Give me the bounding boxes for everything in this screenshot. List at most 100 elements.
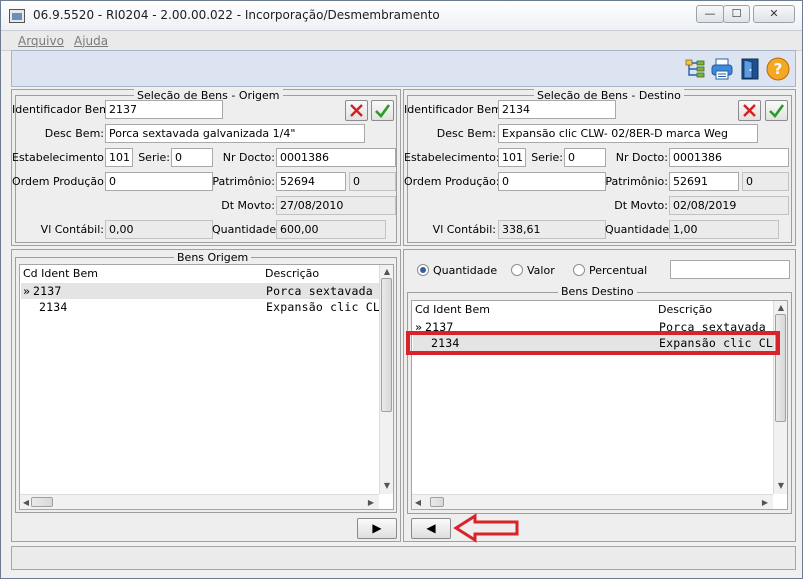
dt-movto-label: Dt Movto:: [614, 199, 668, 212]
identificador-input[interactable]: 2137: [105, 100, 223, 119]
scroll-down-arrow[interactable]: ▼: [380, 481, 394, 490]
serie-label: Serie:: [138, 151, 170, 164]
minimize-button[interactable]: —: [696, 5, 724, 23]
ordem-producao-input[interactable]: 0: [498, 172, 606, 191]
bens-origem-panel: Bens Origem Cd Ident Bem Descrição » 213…: [11, 249, 401, 542]
col-cd-ident-bem: Cd Ident Bem: [23, 267, 98, 280]
origem-selection-panel: Seleção de Bens - Origem Identificador B…: [11, 89, 401, 246]
row-desc: Expansão clic CLW-: [266, 300, 379, 314]
tree-structure-icon[interactable]: [683, 57, 707, 81]
close-button[interactable]: ✕: [753, 5, 795, 23]
annotation-arrow-icon: [453, 513, 519, 543]
identificador-input[interactable]: 2134: [498, 100, 616, 119]
estabelecimento-label: Estabelecimento:: [404, 151, 500, 164]
printer-icon[interactable]: [710, 57, 734, 81]
scroll-up-arrow[interactable]: ▲: [774, 303, 788, 312]
scroll-left-arrow[interactable]: ◀: [22, 498, 30, 507]
title-bar: 06.9.5520 - RI0204 - 2.00.00.022 - Incor…: [1, 1, 802, 31]
app-window: 06.9.5520 - RI0204 - 2.00.00.022 - Incor…: [0, 0, 803, 579]
clear-button[interactable]: [738, 100, 761, 121]
ordem-producao-input[interactable]: 0: [105, 172, 213, 191]
radio-valor[interactable]: [511, 264, 523, 276]
vl-contabil-input: 0,00: [105, 220, 213, 239]
vertical-scrollbar[interactable]: ▲ ▼: [773, 301, 787, 494]
bens-destino-legend: Bens Destino: [558, 285, 637, 298]
dt-movto-input: 27/08/2010: [276, 196, 396, 215]
vertical-scrollbar[interactable]: ▲ ▼: [379, 265, 393, 494]
dt-movto-label: Dt Movto:: [221, 199, 275, 212]
vl-contabil-label: Vl Contábil:: [432, 223, 496, 236]
list-item[interactable]: » 2137 Porca sextavada ga: [21, 283, 379, 299]
move-right-button[interactable]: ▶: [357, 518, 397, 539]
window-title: 06.9.5520 - RI0204 - 2.00.00.022 - Incor…: [33, 8, 440, 22]
scroll-thumb[interactable]: [381, 278, 392, 412]
estabelecimento-label: Estabelecimento:: [12, 151, 108, 164]
serie-input[interactable]: 0: [171, 148, 213, 167]
svg-text:?: ?: [774, 60, 783, 78]
dt-movto-input: 02/08/2019: [669, 196, 789, 215]
menu-arquivo[interactable]: Arquivo: [18, 34, 64, 48]
destino-selection-panel: Seleção de Bens - Destino Identificador …: [403, 89, 796, 246]
estabelecimento-input[interactable]: 101: [105, 148, 133, 167]
desc-bem-input[interactable]: Expansão clic CLW- 02/8ER-D marca Weg: [498, 124, 758, 143]
move-left-button[interactable]: ◀: [411, 518, 451, 539]
row-cd: 2137: [33, 284, 62, 298]
menu-bar: Arquivo Ajuda: [1, 31, 802, 51]
bens-origem-list[interactable]: Cd Ident Bem Descrição » 2137 Porca sext…: [19, 264, 394, 510]
patrimonio-label: Patrimônio:: [212, 175, 275, 188]
nr-docto-label: Nr Docto:: [222, 151, 275, 164]
confirm-button[interactable]: [371, 100, 394, 121]
col-descricao: Descrição: [658, 303, 713, 316]
nr-docto-label: Nr Docto:: [615, 151, 668, 164]
ordem-producao-label: Ordem Produção:: [12, 175, 108, 188]
identificador-label: Identificador Bem:: [12, 103, 114, 116]
scroll-right-arrow[interactable]: ▶: [761, 498, 769, 507]
maximize-button[interactable]: ☐: [723, 5, 750, 23]
scroll-thumb[interactable]: [430, 497, 444, 507]
horizontal-scrollbar[interactable]: ◀ ▶: [20, 494, 379, 509]
serie-label: Serie:: [531, 151, 563, 164]
radio-quantidade-label: Quantidade: [433, 264, 498, 277]
patrimonio-seq-input: 0: [742, 172, 789, 191]
radio-quantidade[interactable]: [417, 264, 429, 276]
row-cd: 2134: [39, 300, 68, 314]
col-descricao: Descrição: [265, 267, 320, 280]
menu-ajuda[interactable]: Ajuda: [74, 34, 108, 48]
patrimonio-input[interactable]: 52694: [276, 172, 346, 191]
desc-bem-label: Desc Bem:: [436, 127, 496, 140]
list-item[interactable]: 2134 Expansão clic CLW-: [21, 299, 379, 315]
help-icon[interactable]: ?: [766, 57, 790, 81]
nr-docto-input[interactable]: 0001386: [276, 148, 396, 167]
scroll-up-arrow[interactable]: ▲: [380, 267, 394, 276]
row-desc: Porca sextavada ga: [266, 284, 379, 298]
rateio-value-input[interactable]: [670, 260, 790, 279]
bens-destino-panel: Quantidade Valor Percentual Bens Destino…: [403, 249, 796, 542]
patrimonio-input[interactable]: 52691: [669, 172, 739, 191]
patrimonio-label: Patrimônio:: [605, 175, 668, 188]
row-marker: »: [23, 284, 31, 298]
desc-bem-label: Desc Bem:: [44, 127, 104, 140]
bens-origem-legend: Bens Origem: [174, 251, 252, 264]
highlight-box: [406, 331, 780, 355]
quantidade-label: Quantidade:: [212, 223, 280, 236]
scroll-left-arrow[interactable]: ◀: [414, 498, 422, 507]
scroll-right-arrow[interactable]: ▶: [367, 498, 375, 507]
scroll-down-arrow[interactable]: ▼: [774, 481, 788, 490]
confirm-button[interactable]: [765, 100, 788, 121]
radio-valor-label: Valor: [527, 264, 555, 277]
scroll-thumb[interactable]: [31, 497, 53, 507]
col-cd-ident-bem: Cd Ident Bem: [415, 303, 490, 316]
horizontal-scrollbar[interactable]: ◀ ▶: [412, 494, 773, 509]
ordem-producao-label: Ordem Produção:: [404, 175, 500, 188]
radio-percentual[interactable]: [573, 264, 585, 276]
quantidade-input: 1,00: [669, 220, 779, 239]
status-bar: [11, 546, 796, 570]
nr-docto-input[interactable]: 0001386: [669, 148, 789, 167]
vl-contabil-input: 338,61: [498, 220, 606, 239]
patrimonio-seq-input: 0: [349, 172, 396, 191]
desc-bem-input[interactable]: Porca sextavada galvanizada 1/4": [105, 124, 365, 143]
estabelecimento-input[interactable]: 101: [498, 148, 526, 167]
exit-door-icon[interactable]: [738, 57, 762, 81]
serie-input[interactable]: 0: [564, 148, 606, 167]
clear-button[interactable]: [345, 100, 368, 121]
